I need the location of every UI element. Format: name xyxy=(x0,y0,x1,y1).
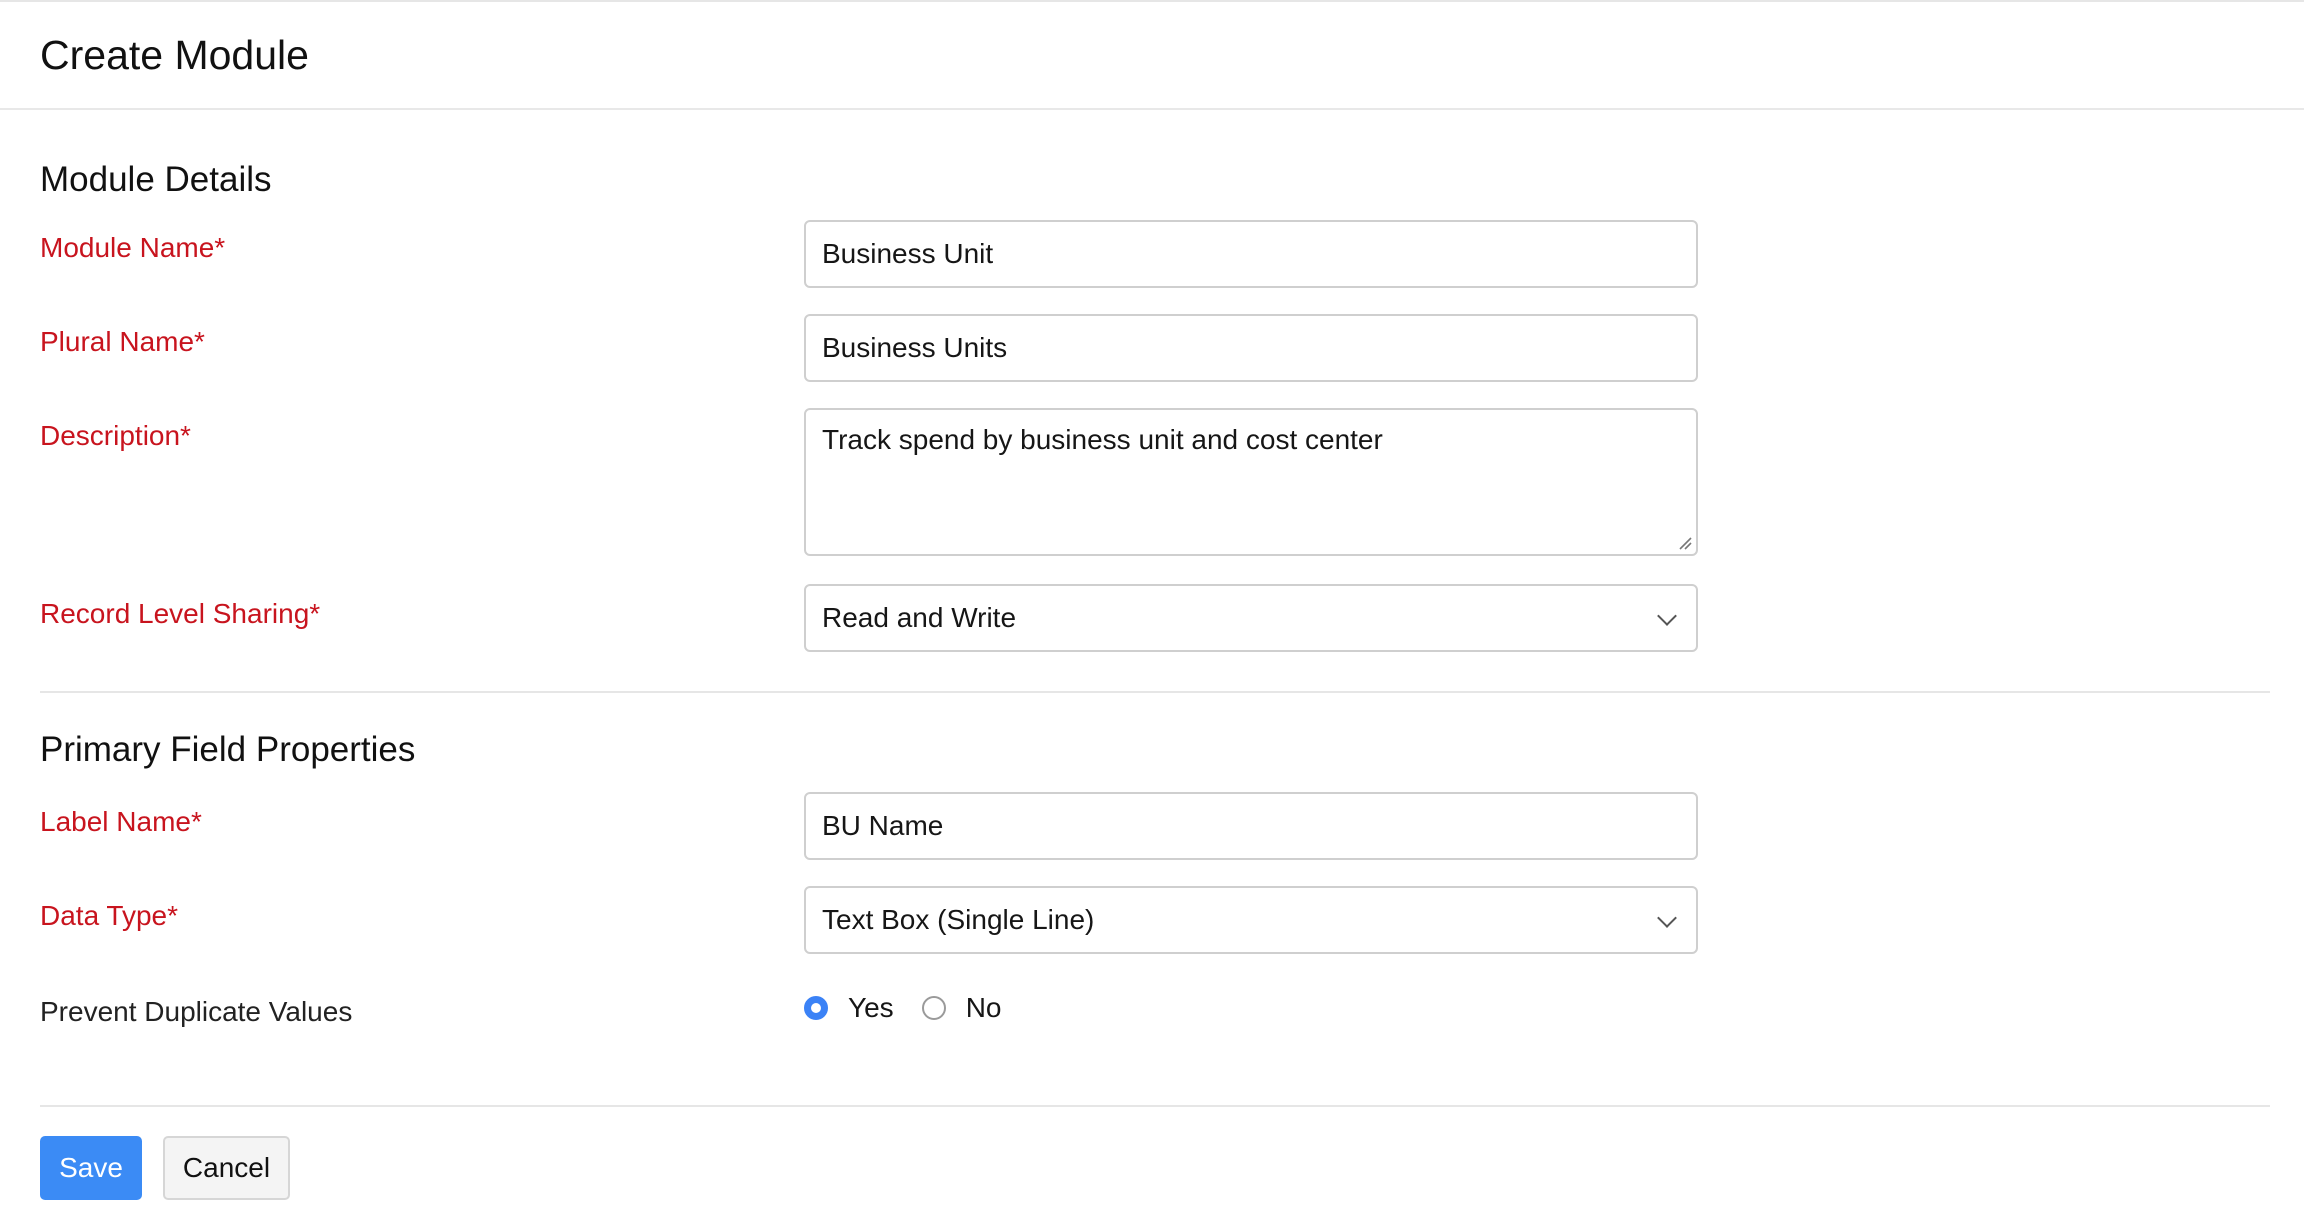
description-textarea[interactable]: Track spend by business unit and cost ce… xyxy=(804,408,1698,556)
radio-no[interactable] xyxy=(921,996,946,1020)
create-module-page: Create Module Module Details Module Name… xyxy=(0,0,2304,1220)
plural-name-row: Plural Name* Business Units xyxy=(40,314,2270,382)
radio-option-no[interactable]: No xyxy=(921,992,1002,1024)
data-type-row: Data Type* Text Box (Single Line) xyxy=(40,886,2270,954)
plural-name-value: Business Units xyxy=(822,332,1008,363)
record-level-sharing-label: Record Level Sharing* xyxy=(40,598,321,629)
label-name-row: Label Name* BU Name xyxy=(40,792,2270,860)
data-type-label: Data Type* xyxy=(40,900,179,931)
page-header: Create Module xyxy=(0,2,2304,110)
prevent-duplicates-row: Prevent Duplicate Values Yes No xyxy=(40,992,2270,1032)
record-level-sharing-value: Read and Write xyxy=(822,602,1017,633)
data-type-value: Text Box (Single Line) xyxy=(822,904,1095,935)
plural-name-input[interactable]: Business Units xyxy=(804,314,1698,382)
module-details-heading: Module Details xyxy=(40,160,272,199)
module-name-row: Module Name* Business Unit xyxy=(40,220,2270,288)
description-value: Track spend by business unit and cost ce… xyxy=(822,424,1383,455)
page-title: Create Module xyxy=(40,31,309,78)
footer-divider xyxy=(40,1105,2270,1107)
primary-field-properties-heading: Primary Field Properties xyxy=(40,730,416,769)
label-name-input[interactable]: BU Name xyxy=(804,792,1698,860)
radio-yes[interactable] xyxy=(804,996,828,1020)
chevron-down-icon xyxy=(1657,606,1677,626)
description-row: Description* Track spend by business uni… xyxy=(40,408,2270,556)
prevent-duplicates-label: Prevent Duplicate Values xyxy=(40,996,353,1027)
data-type-select[interactable]: Text Box (Single Line) xyxy=(804,886,1698,954)
record-level-sharing-select[interactable]: Read and Write xyxy=(804,584,1698,652)
radio-yes-label: Yes xyxy=(848,992,894,1023)
radio-no-label: No xyxy=(965,992,1002,1023)
record-level-sharing-row: Record Level Sharing* Read and Write xyxy=(40,584,2270,652)
plural-name-label: Plural Name* xyxy=(40,326,205,357)
resize-grip-icon[interactable] xyxy=(1678,536,1692,550)
section-divider xyxy=(40,691,2270,693)
cancel-button[interactable]: Cancel xyxy=(163,1136,290,1200)
module-name-label: Module Name* xyxy=(40,232,226,263)
description-label: Description* xyxy=(40,420,191,451)
radio-option-yes[interactable]: Yes xyxy=(804,992,894,1024)
prevent-duplicates-radio-group: Yes No xyxy=(804,992,1029,1024)
label-name-value: BU Name xyxy=(822,810,944,841)
save-button[interactable]: Save xyxy=(40,1136,142,1200)
module-name-value: Business Unit xyxy=(822,238,994,269)
module-name-input[interactable]: Business Unit xyxy=(804,220,1698,288)
label-name-label: Label Name* xyxy=(40,806,202,837)
chevron-down-icon xyxy=(1657,908,1677,928)
